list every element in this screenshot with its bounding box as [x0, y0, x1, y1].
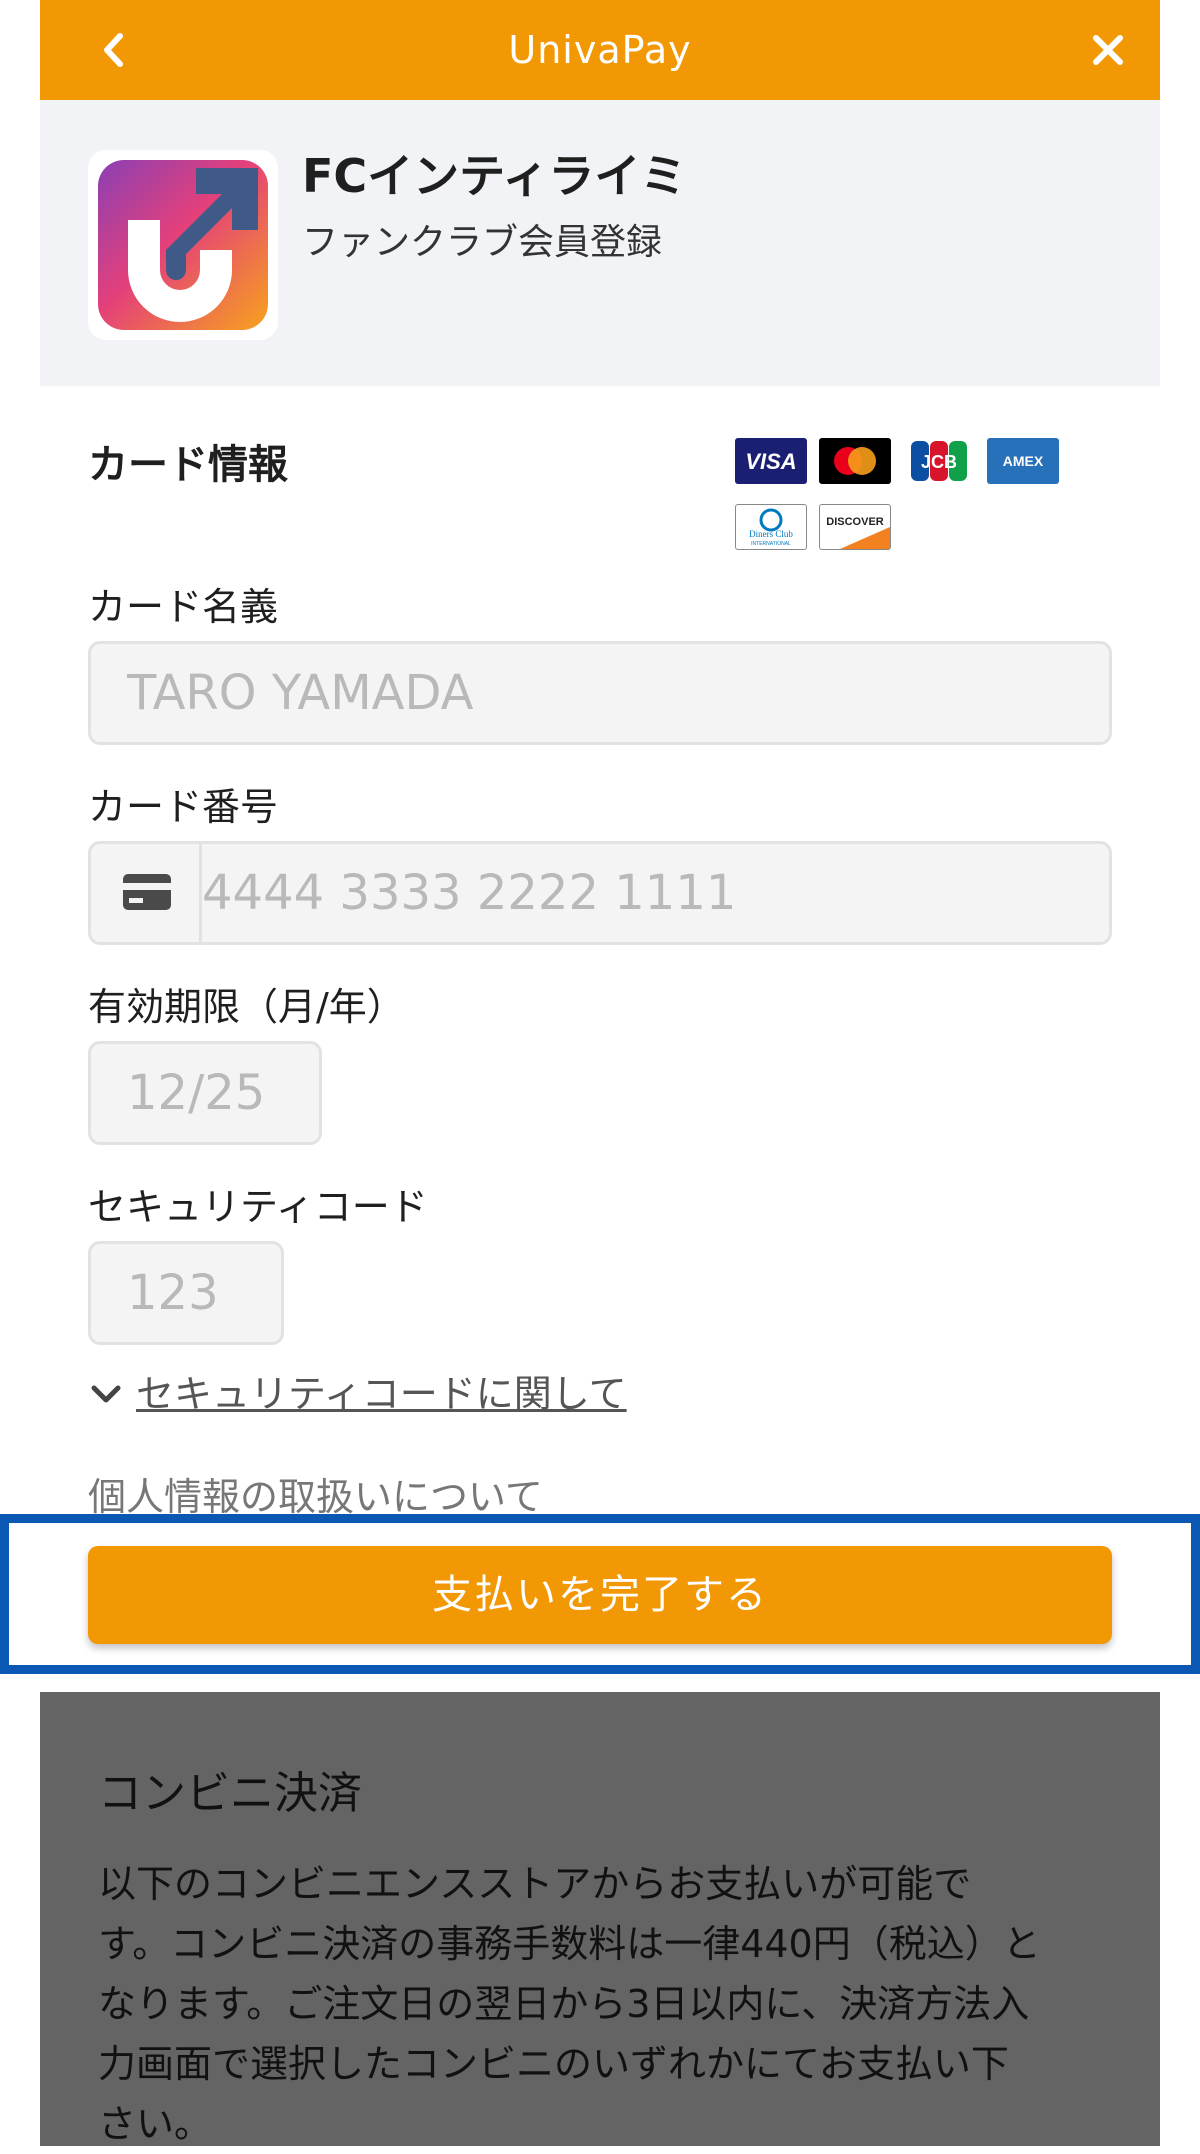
card-info-title: カード情報 [88, 442, 288, 488]
svg-text:JCB: JCB [921, 452, 957, 472]
svg-text:AMEX: AMEX [1003, 453, 1044, 469]
card-form: カード情報 VISA JCB AMEX Diners Club INTERNATI… [40, 386, 1160, 1519]
card-number-label: カード番号 [88, 785, 279, 829]
card-number-addon [91, 844, 202, 942]
card-number-input[interactable] [202, 844, 1102, 942]
card-number-field[interactable] [88, 841, 1112, 945]
konbini-description: 以下のコンビニエンスストアからお支払いが可能で す。コンビニ決済の事務手数料は一… [98, 1854, 1108, 2154]
complete-payment-button[interactable]: 支払いを完了する [88, 1546, 1112, 1644]
discover-logo: DISCOVER [819, 504, 891, 550]
app-header: UnivaPay [40, 0, 1160, 100]
card-brands: VISA JCB AMEX Diners Club INTERNATIONAL D… [735, 438, 1075, 568]
mastercard-logo [819, 438, 891, 484]
svg-text:VISA: VISA [745, 449, 796, 474]
konbini-line: す。コンビニ決済の事務手数料は一律440円（税込）と [98, 1922, 1041, 1966]
cardholder-input[interactable] [88, 641, 1112, 745]
univapay-logo-icon [98, 160, 268, 330]
close-icon[interactable] [1084, 26, 1132, 74]
merchant-logo [88, 150, 278, 340]
chevron-down-icon [91, 1385, 121, 1403]
svg-text:DISCOVER: DISCOVER [826, 516, 884, 528]
cardholder-label: カード名義 [88, 585, 279, 629]
konbini-line: なります。ご注文日の翌日から3日以内に、決済方法入 [98, 1982, 1030, 2026]
cvv-help-link[interactable]: セキュリティコードに関して [136, 1369, 627, 1419]
header-title: UnivaPay [508, 28, 692, 72]
merchant-description: ファンクラブ会員登録 [302, 222, 663, 263]
cvv-help-toggle[interactable]: セキュリティコードに関して [88, 1366, 627, 1422]
svg-text:INTERNATIONAL: INTERNATIONAL [751, 541, 791, 547]
jcb-logo: JCB [903, 438, 975, 484]
visa-logo: VISA [735, 438, 807, 484]
konbini-line: 力画面で選択したコンビニのいずれかにてお支払い下 [98, 2042, 1009, 2086]
expiry-label: 有効期限（月/年） [88, 985, 405, 1029]
konbini-title: コンビニ決済 [98, 1768, 362, 1819]
svg-text:Diners Club: Diners Club [749, 529, 793, 539]
cvv-input[interactable] [88, 1241, 284, 1345]
merchant-name: FCインティライミ [302, 149, 687, 203]
konbini-section[interactable]: コンビニ決済 以下のコンビニエンスストアからお支払いが可能で す。コンビニ決済の… [40, 1692, 1160, 2146]
diners-logo: Diners Club INTERNATIONAL [735, 504, 807, 550]
cvv-label: セキュリティコード [88, 1185, 428, 1229]
konbini-line: 以下のコンビニエンスストアからお支払いが可能で [98, 1862, 972, 1906]
merchant-section: FCインティライミ ファンクラブ会員登録 [40, 100, 1160, 386]
credit-card-icon [123, 874, 171, 910]
konbini-line: さい。 [98, 2102, 213, 2146]
expiry-input[interactable] [88, 1041, 322, 1145]
amex-logo: AMEX [987, 438, 1059, 484]
